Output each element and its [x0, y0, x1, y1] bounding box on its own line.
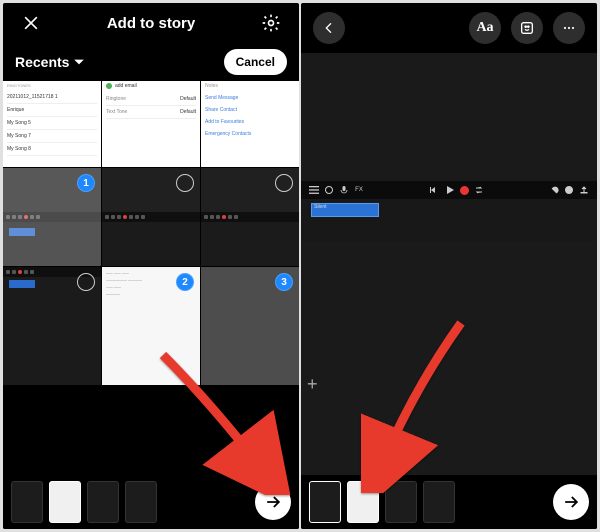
header: Add to story	[3, 3, 299, 43]
clock-icon	[564, 185, 574, 195]
share-icon	[579, 185, 589, 195]
grid-cell[interactable]: Notes Send Message Share Contact Add to …	[201, 81, 299, 167]
next-button[interactable]	[553, 484, 589, 520]
dual-screenshot-container: Add to story Recents Cancel RINGTONES 20…	[0, 0, 600, 532]
back-button[interactable]	[313, 12, 345, 44]
selection-badge-empty	[176, 174, 194, 192]
selection-badge: 1	[77, 174, 95, 192]
mic-icon	[339, 185, 349, 195]
fx-label: FX	[354, 185, 364, 195]
arrow-right-icon	[263, 492, 283, 512]
plus-icon	[106, 83, 112, 89]
thumbnail-contact-ringtone: add email RingtoneDefault Text ToneDefau…	[102, 81, 200, 167]
selection-badge: 3	[275, 273, 293, 291]
story-pages-tray	[301, 475, 597, 529]
grid-cell[interactable]	[3, 267, 101, 385]
subheader: Recents Cancel	[3, 43, 299, 81]
chevron-down-icon	[73, 56, 85, 68]
tray-thumb[interactable]	[49, 481, 81, 523]
selection-badge-empty	[77, 273, 95, 291]
media-grid: RINGTONES 20211012_11521718 1 Enrique My…	[3, 81, 299, 385]
recents-dropdown[interactable]: Recents	[15, 54, 85, 70]
thumbnail-ringtone-list: RINGTONES 20211012_11521718 1 Enrique My…	[3, 81, 101, 167]
close-icon[interactable]	[17, 9, 45, 37]
grid-cell[interactable]	[201, 168, 299, 266]
editor-stage[interactable]: FX Silent +	[301, 53, 597, 475]
thumbnail-contact-links: Notes Send Message Share Contact Add to …	[201, 81, 299, 167]
rec-arm-icon	[324, 185, 334, 195]
selection-badge: 2	[176, 273, 194, 291]
audio-clip: Silent	[311, 203, 379, 217]
add-track-button[interactable]: +	[307, 374, 318, 395]
grid-cell[interactable]: —— —— —— —————— ———— —— —— ———— 2	[102, 267, 200, 385]
chevron-left-icon	[321, 20, 337, 36]
grid-cell[interactable]	[102, 168, 200, 266]
arrow-right-icon	[561, 492, 581, 512]
play-icon	[445, 185, 455, 195]
more-button[interactable]	[553, 12, 585, 44]
undo-icon	[549, 185, 559, 195]
recents-label: Recents	[15, 54, 69, 70]
tray-thumb[interactable]	[11, 481, 43, 523]
selection-tray	[3, 475, 299, 529]
next-button[interactable]	[255, 484, 291, 520]
tray-thumb[interactable]	[385, 481, 417, 523]
grid-cell[interactable]: RINGTONES 20211012_11521718 1 Enrique My…	[3, 81, 101, 167]
selection-badge-empty	[275, 174, 293, 192]
dots-icon	[561, 20, 577, 36]
sticker-button[interactable]	[511, 12, 543, 44]
tray-thumb[interactable]	[347, 481, 379, 523]
text-tool-button[interactable]: Aa	[469, 12, 501, 44]
cancel-button[interactable]: Cancel	[224, 49, 287, 75]
rewind-icon	[430, 185, 440, 195]
tray-thumb[interactable]	[125, 481, 157, 523]
sticker-icon	[519, 20, 535, 36]
tray-thumb[interactable]	[309, 481, 341, 523]
daw-track-area: Silent	[301, 199, 597, 241]
menu-icon	[309, 185, 319, 195]
daw-toolbar: FX	[301, 181, 597, 199]
grid-cell[interactable]: 3	[201, 267, 299, 385]
text-tool-label: Aa	[476, 20, 493, 36]
stage-daw-preview: FX Silent	[301, 181, 597, 241]
loop-icon	[474, 185, 484, 195]
right-panel-story-editor: Aa FX	[301, 3, 597, 529]
tray-thumb[interactable]	[423, 481, 455, 523]
tray-thumb[interactable]	[87, 481, 119, 523]
settings-icon[interactable]	[257, 9, 285, 37]
record-icon	[460, 186, 469, 195]
left-panel-add-to-story: Add to story Recents Cancel RINGTONES 20…	[3, 3, 299, 529]
header-title: Add to story	[107, 15, 195, 32]
grid-cell[interactable]: add email RingtoneDefault Text ToneDefau…	[102, 81, 200, 167]
editor-header: Aa	[301, 3, 597, 53]
grid-cell[interactable]: 1	[3, 168, 101, 266]
